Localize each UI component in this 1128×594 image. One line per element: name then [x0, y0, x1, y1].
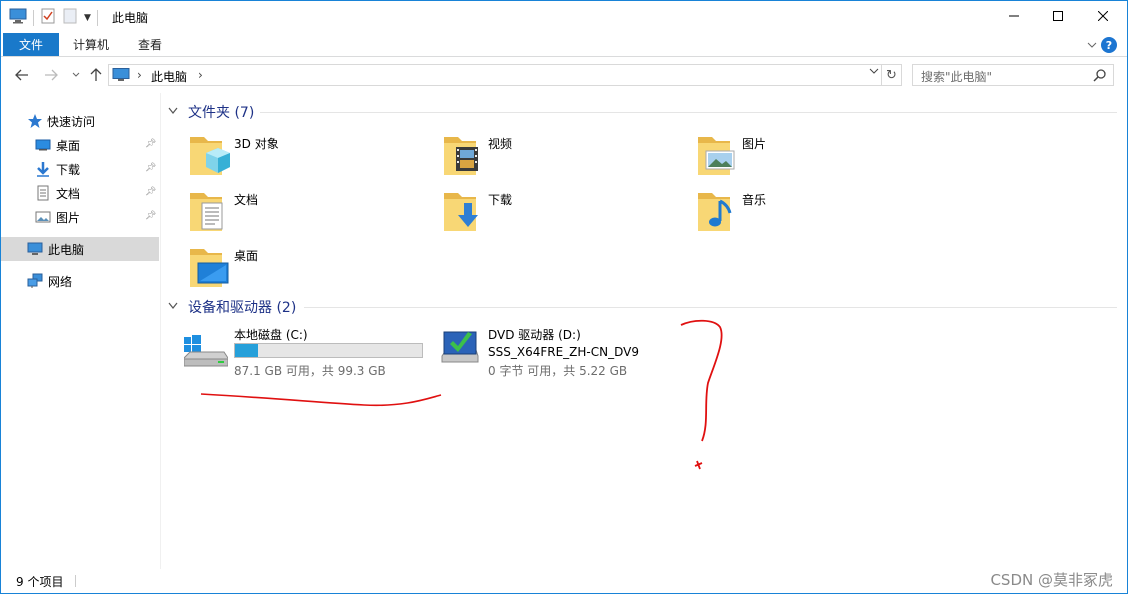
up-button[interactable] [87, 66, 105, 84]
computer-icon[interactable] [9, 8, 27, 27]
help-icon[interactable]: ? [1101, 37, 1117, 53]
status-bar: 9 个项目 CSDN @莫非冢虎 [1, 569, 1127, 593]
breadcrumb-this-pc[interactable]: 此电脑 [151, 68, 187, 85]
chevron-down-icon [72, 72, 80, 77]
breadcrumb-chevron-icon[interactable]: › [137, 68, 142, 82]
pin-icon[interactable]: 📌︎ [145, 163, 156, 173]
nav-network[interactable]: 网络 [1, 269, 159, 293]
nav-label: 下载 [56, 162, 81, 177]
minimize-button[interactable] [991, 1, 1037, 31]
nav-label: 图片 [56, 210, 81, 225]
divider [96, 9, 98, 26]
expand-ribbon-icon[interactable] [1087, 38, 1097, 52]
nav-downloads[interactable]: 下载 📌︎ [1, 157, 159, 181]
address-bar[interactable]: › 此电脑 › [108, 64, 882, 86]
nav-label: 快速访问 [47, 114, 96, 129]
network-icon [27, 273, 43, 288]
nav-label: 桌面 [56, 138, 81, 153]
divider [75, 575, 76, 587]
properties-icon[interactable] [40, 8, 56, 27]
watermark: CSDN @莫非冢虎 [990, 571, 1113, 589]
pin-icon[interactable]: 📌︎ [145, 187, 156, 197]
back-arrow-icon [15, 69, 28, 81]
breadcrumb-chevron-icon[interactable]: › [198, 68, 203, 82]
close-button[interactable] [1080, 1, 1126, 31]
nav-label: 此电脑 [48, 242, 85, 257]
nav-quick-access[interactable]: 快速访问 [1, 109, 159, 133]
quick-access-toolbar: ▼ [9, 8, 98, 27]
explorer-window: ▼ 此电脑 文件 计算机 查看 ? › 此电脑 › ↻ 搜索"此电脑" 快速访问… [0, 0, 1128, 594]
annotation-question-curve [680, 319, 723, 442]
annotation-underline [200, 393, 442, 407]
address-dropdown-icon[interactable] [869, 67, 879, 78]
nav-this-pc[interactable]: 此电脑 [1, 237, 159, 261]
customize-toolbar-icon[interactable]: ▼ [84, 13, 91, 23]
star-icon [28, 114, 42, 128]
pin-icon[interactable]: 📌︎ [145, 211, 156, 221]
item-count: 9 个项目 [16, 575, 64, 589]
computer-icon [27, 242, 43, 255]
recent-locations-button[interactable] [67, 66, 85, 84]
document-icon [37, 185, 49, 201]
annotation-question-dot [694, 460, 703, 470]
annotation-overlay [200, 319, 723, 470]
refresh-icon: ↻ [886, 67, 897, 83]
refresh-button[interactable]: ↻ [882, 64, 902, 86]
navigation-pane: 快速访问 桌面 📌︎ 下载 📌︎ 文档 📌︎ 图片 📌︎ 此电脑 网络 [1, 93, 161, 569]
maximize-icon [1053, 11, 1063, 21]
download-icon [37, 162, 49, 177]
back-button[interactable] [13, 66, 31, 84]
close-icon [1098, 11, 1108, 21]
forward-arrow-icon [45, 69, 58, 81]
content-pane: 文件夹 (7) 3D 对象 视频 图片 文档 下载 音乐 桌面 设备和驱动器 (… [164, 93, 1124, 569]
forward-button[interactable] [42, 66, 60, 84]
ribbon-tabs: 文件 计算机 查看 ? [1, 33, 1127, 57]
new-folder-icon[interactable] [62, 8, 78, 27]
picture-icon [35, 211, 51, 223]
address-row: › 此电脑 › ↻ 搜索"此电脑" [1, 58, 1127, 92]
up-arrow-icon [90, 68, 102, 81]
search-input[interactable]: 搜索"此电脑" [912, 64, 1114, 86]
search-icon [1093, 69, 1106, 82]
tab-computer[interactable]: 计算机 [73, 33, 109, 56]
nav-desktop[interactable]: 桌面 📌︎ [1, 133, 159, 157]
tab-view[interactable]: 查看 [138, 33, 162, 56]
title-bar: ▼ 此电脑 [1, 1, 1127, 33]
nav-label: 文档 [56, 186, 81, 201]
maximize-button[interactable] [1035, 1, 1081, 31]
desktop-icon [35, 139, 51, 151]
search-placeholder: 搜索"此电脑" [921, 70, 993, 84]
window-title: 此电脑 [112, 11, 149, 25]
computer-icon [112, 68, 130, 85]
nav-label: 网络 [48, 274, 73, 289]
minimize-icon [1009, 15, 1019, 17]
divider [33, 9, 34, 26]
nav-documents[interactable]: 文档 📌︎ [1, 181, 159, 205]
tab-file[interactable]: 文件 [3, 33, 59, 56]
nav-pictures[interactable]: 图片 📌︎ [1, 205, 159, 229]
pin-icon[interactable]: 📌︎ [145, 139, 156, 149]
